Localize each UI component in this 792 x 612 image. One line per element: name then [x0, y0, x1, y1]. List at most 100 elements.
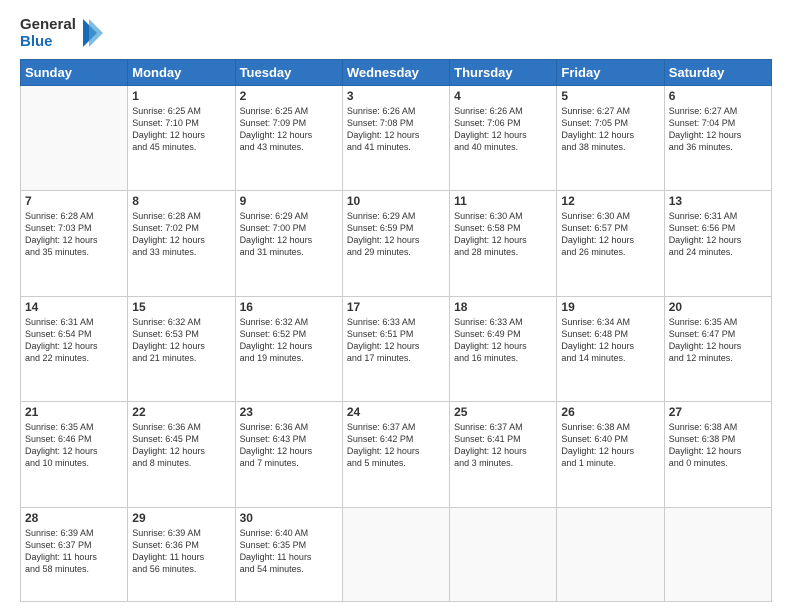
calendar-cell: 1 Sunrise: 6:25 AM Sunset: 7:10 PM Daylig… — [128, 85, 235, 191]
day-info: Sunrise: 6:37 AM Sunset: 6:42 PM Dayligh… — [347, 421, 445, 470]
calendar-cell: 6 Sunrise: 6:27 AM Sunset: 7:04 PM Daylig… — [664, 85, 771, 191]
day-info: Sunrise: 6:33 AM Sunset: 6:51 PM Dayligh… — [347, 316, 445, 365]
day-number: 12 — [561, 194, 659, 208]
day-info: Sunrise: 6:32 AM Sunset: 6:52 PM Dayligh… — [240, 316, 338, 365]
day-info: Sunrise: 6:37 AM Sunset: 6:41 PM Dayligh… — [454, 421, 552, 470]
day-number: 13 — [669, 194, 767, 208]
day-number: 18 — [454, 300, 552, 314]
calendar-cell: 4 Sunrise: 6:26 AM Sunset: 7:06 PM Daylig… — [450, 85, 557, 191]
calendar-cell — [664, 507, 771, 601]
calendar-cell: 2 Sunrise: 6:25 AM Sunset: 7:09 PM Daylig… — [235, 85, 342, 191]
day-number: 8 — [132, 194, 230, 208]
day-info: Sunrise: 6:25 AM Sunset: 7:10 PM Dayligh… — [132, 105, 230, 154]
day-number: 17 — [347, 300, 445, 314]
weekday-header: Friday — [557, 59, 664, 85]
day-number: 29 — [132, 511, 230, 525]
calendar-cell: 18 Sunrise: 6:33 AM Sunset: 6:49 PM Dayli… — [450, 296, 557, 402]
day-number: 2 — [240, 89, 338, 103]
day-info: Sunrise: 6:28 AM Sunset: 7:02 PM Dayligh… — [132, 210, 230, 259]
calendar-cell: 15 Sunrise: 6:32 AM Sunset: 6:53 PM Dayli… — [128, 296, 235, 402]
day-number: 6 — [669, 89, 767, 103]
day-info: Sunrise: 6:27 AM Sunset: 7:04 PM Dayligh… — [669, 105, 767, 154]
calendar-cell: 23 Sunrise: 6:36 AM Sunset: 6:43 PM Dayli… — [235, 402, 342, 508]
calendar-cell: 13 Sunrise: 6:31 AM Sunset: 6:56 PM Dayli… — [664, 191, 771, 297]
weekday-header: Tuesday — [235, 59, 342, 85]
day-info: Sunrise: 6:27 AM Sunset: 7:05 PM Dayligh… — [561, 105, 659, 154]
day-info: Sunrise: 6:35 AM Sunset: 6:47 PM Dayligh… — [669, 316, 767, 365]
day-number: 16 — [240, 300, 338, 314]
day-number: 28 — [25, 511, 123, 525]
calendar-cell: 27 Sunrise: 6:38 AM Sunset: 6:38 PM Dayli… — [664, 402, 771, 508]
day-number: 14 — [25, 300, 123, 314]
weekday-header: Saturday — [664, 59, 771, 85]
calendar-cell — [450, 507, 557, 601]
day-number: 4 — [454, 89, 552, 103]
day-info: Sunrise: 6:26 AM Sunset: 7:08 PM Dayligh… — [347, 105, 445, 154]
day-info: Sunrise: 6:36 AM Sunset: 6:45 PM Dayligh… — [132, 421, 230, 470]
day-number: 1 — [132, 89, 230, 103]
calendar-cell: 10Sunrise: 6:29 AM Sunset: 6:59 PM Dayli… — [342, 191, 449, 297]
calendar-cell: 16 Sunrise: 6:32 AM Sunset: 6:52 PM Dayli… — [235, 296, 342, 402]
day-number: 25 — [454, 405, 552, 419]
day-info: Sunrise: 6:25 AM Sunset: 7:09 PM Dayligh… — [240, 105, 338, 154]
day-info: Sunrise: 6:30 AM Sunset: 6:58 PM Dayligh… — [454, 210, 552, 259]
logo: General Blue — [20, 16, 103, 51]
day-number: 22 — [132, 405, 230, 419]
day-number: 3 — [347, 89, 445, 103]
day-number: 23 — [240, 405, 338, 419]
day-info: Sunrise: 6:31 AM Sunset: 6:56 PM Dayligh… — [669, 210, 767, 259]
day-number: 9 — [240, 194, 338, 208]
day-info: Sunrise: 6:40 AM Sunset: 6:35 PM Dayligh… — [240, 527, 338, 576]
calendar-cell: 22 Sunrise: 6:36 AM Sunset: 6:45 PM Dayli… — [128, 402, 235, 508]
calendar-cell — [557, 507, 664, 601]
day-info: Sunrise: 6:39 AM Sunset: 6:36 PM Dayligh… — [132, 527, 230, 576]
calendar-cell: 3 Sunrise: 6:26 AM Sunset: 7:08 PM Daylig… — [342, 85, 449, 191]
day-info: Sunrise: 6:31 AM Sunset: 6:54 PM Dayligh… — [25, 316, 123, 365]
calendar-cell: 14 Sunrise: 6:31 AM Sunset: 6:54 PM Dayli… — [21, 296, 128, 402]
day-number: 21 — [25, 405, 123, 419]
calendar-cell: 17 Sunrise: 6:33 AM Sunset: 6:51 PM Dayli… — [342, 296, 449, 402]
calendar-cell: 25 Sunrise: 6:37 AM Sunset: 6:41 PM Dayli… — [450, 402, 557, 508]
day-number: 15 — [132, 300, 230, 314]
calendar-cell: 26 Sunrise: 6:38 AM Sunset: 6:40 PM Dayli… — [557, 402, 664, 508]
weekday-header: Monday — [128, 59, 235, 85]
calendar-cell — [342, 507, 449, 601]
weekday-header: Sunday — [21, 59, 128, 85]
day-info: Sunrise: 6:28 AM Sunset: 7:03 PM Dayligh… — [25, 210, 123, 259]
weekday-header: Wednesday — [342, 59, 449, 85]
calendar-cell: 20 Sunrise: 6:35 AM Sunset: 6:47 PM Dayli… — [664, 296, 771, 402]
logo-blue: Blue — [20, 33, 76, 50]
calendar-cell: 11 Sunrise: 6:30 AM Sunset: 6:58 PM Dayli… — [450, 191, 557, 297]
calendar-cell: 19Sunrise: 6:34 AM Sunset: 6:48 PM Dayli… — [557, 296, 664, 402]
day-number: 27 — [669, 405, 767, 419]
day-info: Sunrise: 6:30 AM Sunset: 6:57 PM Dayligh… — [561, 210, 659, 259]
calendar-cell: 21 Sunrise: 6:35 AM Sunset: 6:46 PM Dayli… — [21, 402, 128, 508]
day-info: Sunrise: 6:35 AM Sunset: 6:46 PM Dayligh… — [25, 421, 123, 470]
calendar-cell — [21, 85, 128, 191]
day-info: Sunrise: 6:33 AM Sunset: 6:49 PM Dayligh… — [454, 316, 552, 365]
day-info: Sunrise: 6:29 AM Sunset: 7:00 PM Dayligh… — [240, 210, 338, 259]
calendar-cell: 28 Sunrise: 6:39 AM Sunset: 6:37 PM Dayli… — [21, 507, 128, 601]
day-info: Sunrise: 6:36 AM Sunset: 6:43 PM Dayligh… — [240, 421, 338, 470]
calendar-cell: 12 Sunrise: 6:30 AM Sunset: 6:57 PM Dayli… — [557, 191, 664, 297]
calendar-cell: 5 Sunrise: 6:27 AM Sunset: 7:05 PM Daylig… — [557, 85, 664, 191]
day-number: 24 — [347, 405, 445, 419]
calendar-cell: 8 Sunrise: 6:28 AM Sunset: 7:02 PM Daylig… — [128, 191, 235, 297]
day-info: Sunrise: 6:26 AM Sunset: 7:06 PM Dayligh… — [454, 105, 552, 154]
day-number: 20 — [669, 300, 767, 314]
day-info: Sunrise: 6:39 AM Sunset: 6:37 PM Dayligh… — [25, 527, 123, 576]
day-info: Sunrise: 6:38 AM Sunset: 6:38 PM Dayligh… — [669, 421, 767, 470]
day-number: 11 — [454, 194, 552, 208]
day-number: 5 — [561, 89, 659, 103]
calendar-cell: 9 Sunrise: 6:29 AM Sunset: 7:00 PM Daylig… — [235, 191, 342, 297]
day-number: 10 — [347, 194, 445, 208]
day-number: 26 — [561, 405, 659, 419]
calendar-cell: 7Sunrise: 6:28 AM Sunset: 7:03 PM Daylig… — [21, 191, 128, 297]
logo-arrow-icon — [83, 19, 103, 47]
day-info: Sunrise: 6:38 AM Sunset: 6:40 PM Dayligh… — [561, 421, 659, 470]
header: General Blue — [20, 16, 772, 51]
day-info: Sunrise: 6:32 AM Sunset: 6:53 PM Dayligh… — [132, 316, 230, 365]
day-number: 30 — [240, 511, 338, 525]
calendar-table: SundayMondayTuesdayWednesdayThursdayFrid… — [20, 59, 772, 603]
weekday-header: Thursday — [450, 59, 557, 85]
